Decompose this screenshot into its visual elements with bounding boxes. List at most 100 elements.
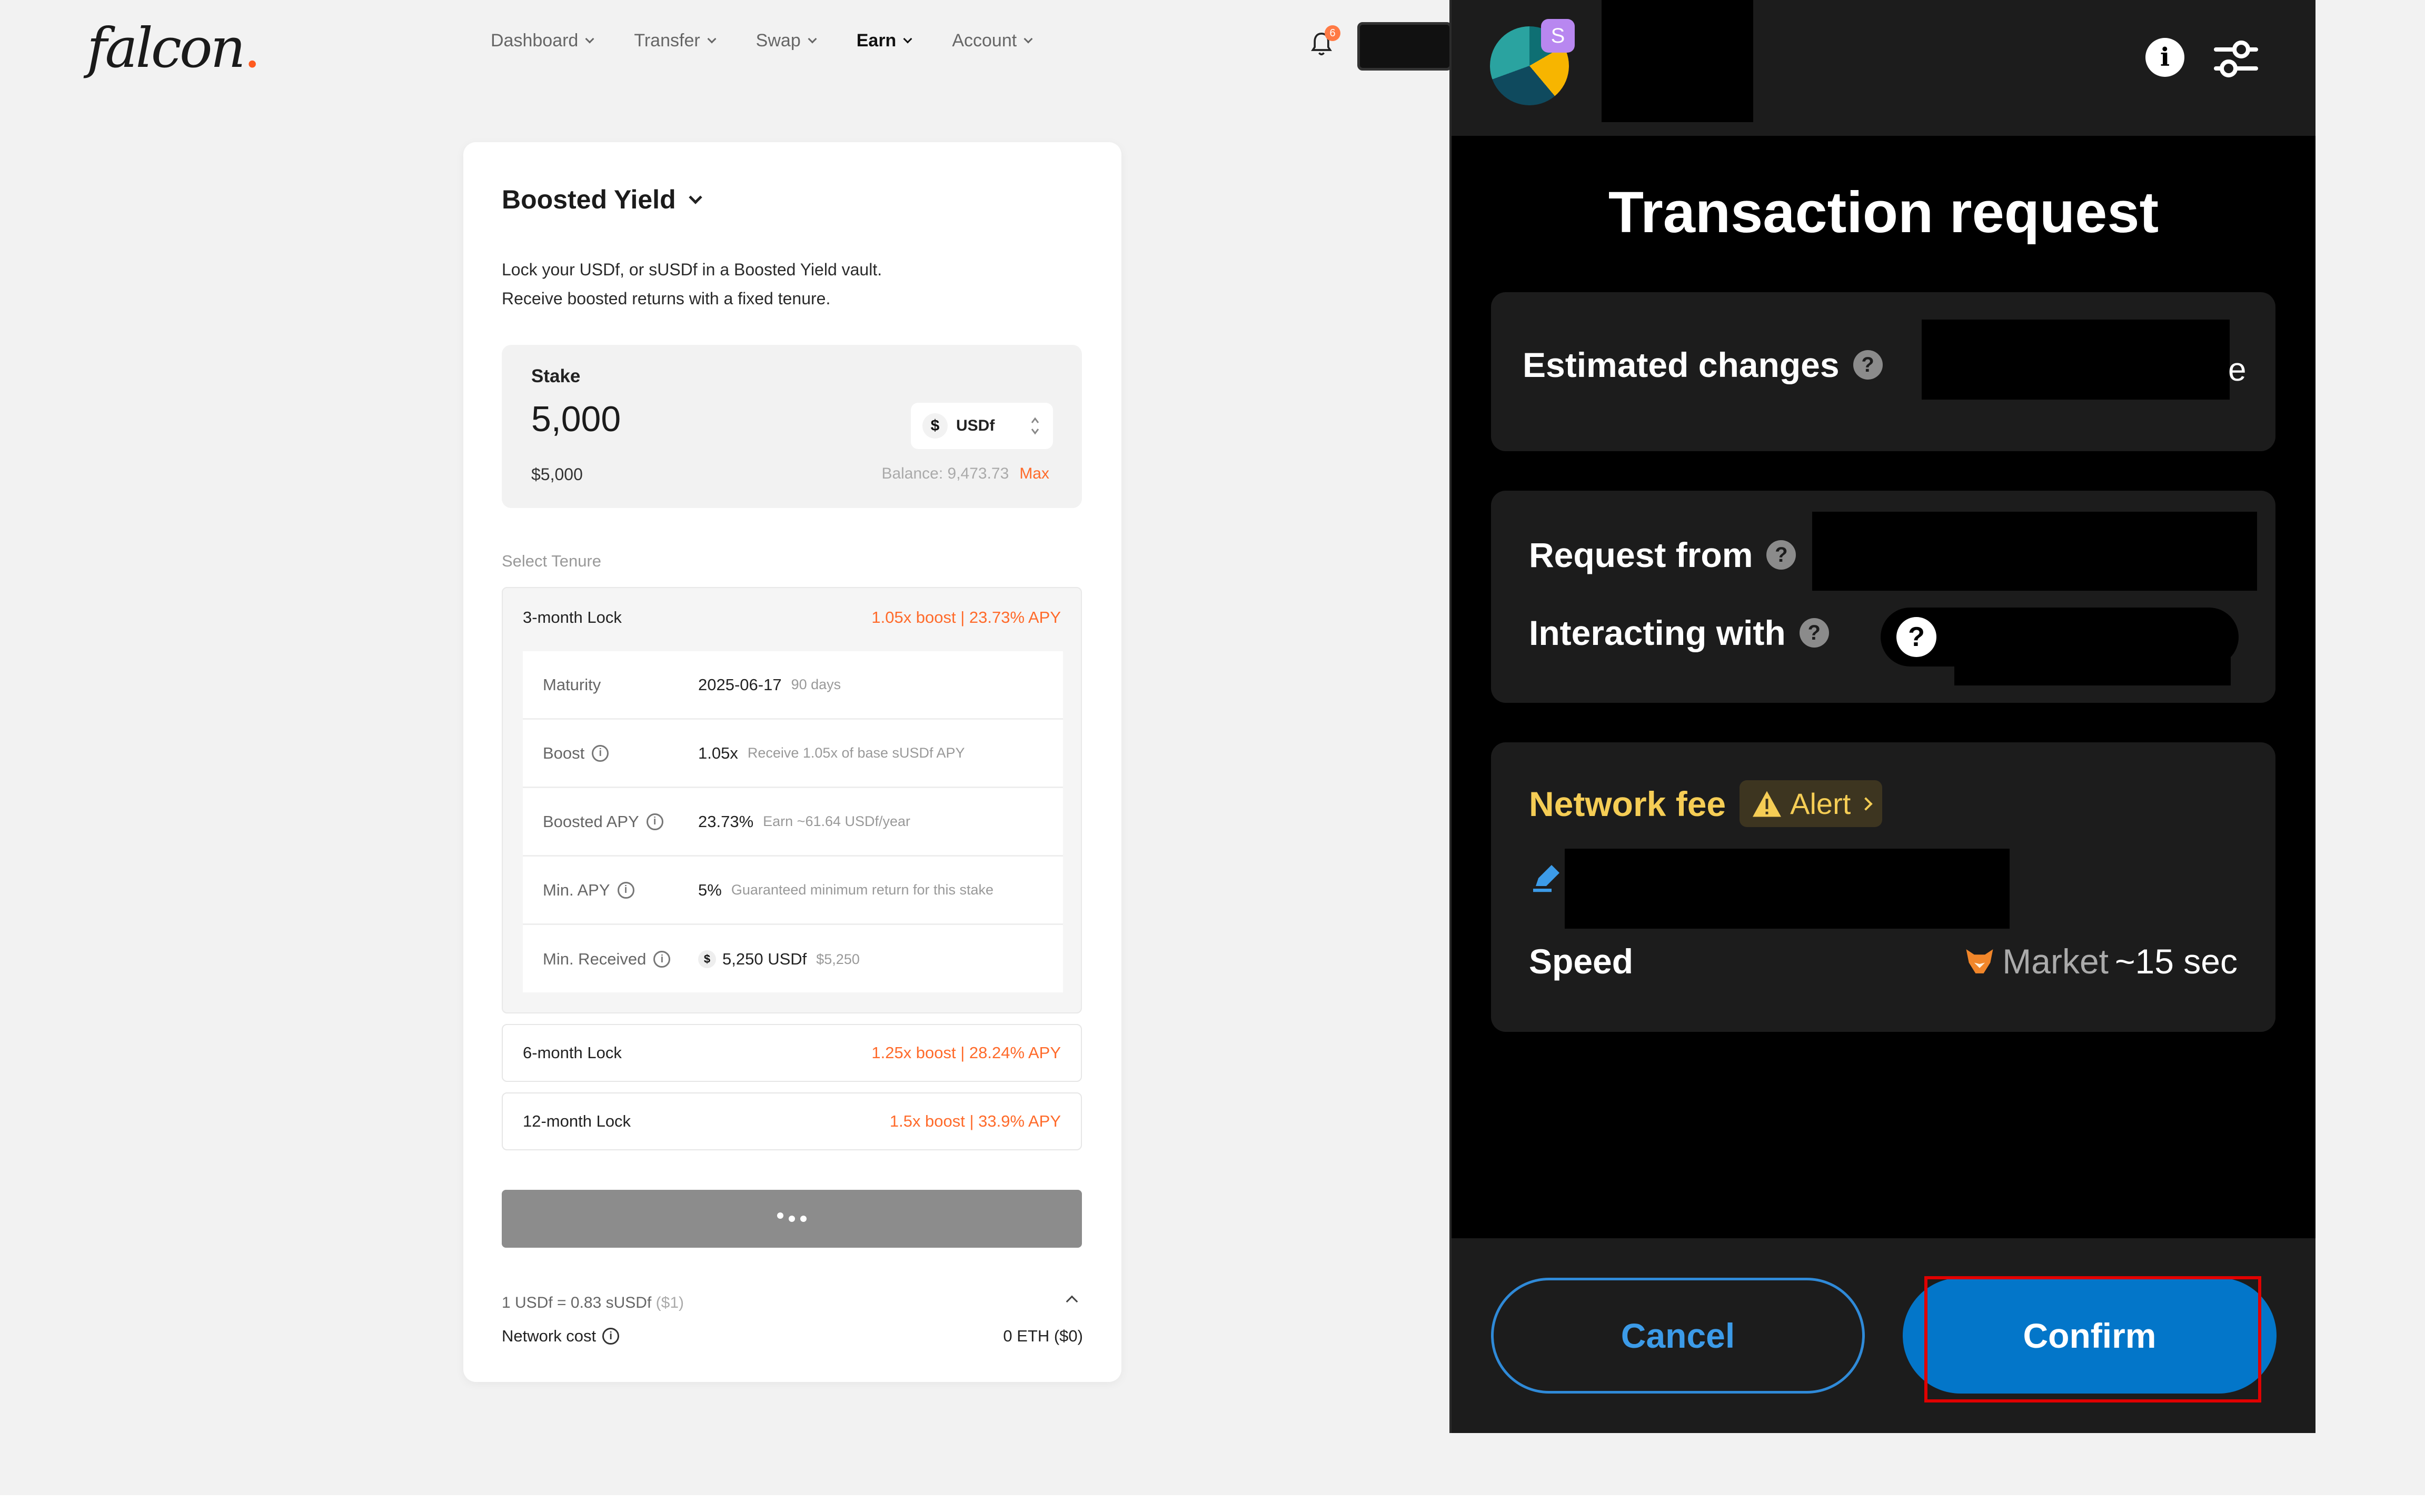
popup-footer: Cancel Confirm <box>1452 1238 2315 1433</box>
detail-value: 23.73% <box>698 812 754 831</box>
chevron-down-icon <box>688 191 702 204</box>
changes-text-fragment: e <box>2228 352 2247 388</box>
warning-icon <box>1753 790 1782 817</box>
stake-submit-button-loading[interactable] <box>502 1190 1082 1248</box>
logo-text: falcon <box>87 16 246 80</box>
chevron-up-icon[interactable] <box>1066 1295 1078 1308</box>
stake-usd-value: $5,000 <box>531 465 583 484</box>
loading-dot <box>777 1212 783 1219</box>
estimated-changes-label: Estimated changes? <box>1523 345 1883 385</box>
token-select[interactable]: $ USDf <box>911 403 1053 449</box>
rate-usd: ($1) <box>655 1294 684 1311</box>
redacted-contract <box>1954 643 2231 685</box>
label-text: Network fee <box>1529 784 1726 823</box>
stake-input-box: Stake 5,000 $5,000 $ USDf Balance: 9,473… <box>502 345 1082 508</box>
interacting-with-label: Interacting with? <box>1529 613 1829 653</box>
request-info-section: Request from? Interacting with? ? <box>1491 491 2275 703</box>
chevron-down-icon <box>707 34 717 43</box>
detail-label-text: Boosted APY <box>543 812 639 831</box>
cancel-button[interactable]: Cancel <box>1491 1278 1865 1394</box>
detail-label: Maturity <box>543 675 698 694</box>
notification-badge: 6 <box>1325 25 1340 41</box>
help-icon[interactable]: ? <box>1853 350 1883 380</box>
settings-sliders-icon[interactable] <box>2214 38 2258 80</box>
detail-label: Min. APY i <box>543 881 698 900</box>
nav-dashboard[interactable]: Dashboard <box>491 31 594 51</box>
usdf-token-icon: $ <box>922 413 948 439</box>
detail-value: 5,250 USDf <box>722 950 807 968</box>
detail-label-text: Boost <box>543 743 585 762</box>
page-bottom-strip <box>0 1495 2425 1512</box>
unknown-contract-icon: ? <box>1896 617 1936 657</box>
info-icon[interactable]: i <box>2145 38 2184 77</box>
network-badge: S <box>1541 19 1575 53</box>
info-icon[interactable]: i <box>646 813 663 830</box>
nav-account[interactable]: Account <box>952 31 1033 51</box>
info-icon[interactable]: i <box>653 951 671 968</box>
description-line: Lock your USDf, or sUSDf in a Boosted Yi… <box>502 260 882 279</box>
detail-note: Guaranteed minimum return for this stake <box>731 882 994 898</box>
chevron-down-icon <box>585 34 594 43</box>
chevron-right-icon <box>1859 797 1873 811</box>
max-button[interactable]: Max <box>1019 465 1049 483</box>
info-icon[interactable]: i <box>592 744 609 762</box>
help-icon[interactable]: ? <box>1799 618 1829 648</box>
tenure-boost: 1.25x boost | 28.24% APY <box>871 1043 1061 1062</box>
request-from-label: Request from? <box>1529 535 1796 575</box>
help-icon[interactable]: ? <box>1766 540 1796 570</box>
nav-label: Earn <box>856 31 897 51</box>
nav-transfer[interactable]: Transfer <box>634 31 717 51</box>
tenure-boost: 1.5x boost | 33.9% APY <box>889 1112 1061 1130</box>
loading-dot <box>789 1216 795 1222</box>
tenure-option-3-month[interactable]: 3-month Lock 1.05x boost | 23.73% APY Ma… <box>502 587 1082 1013</box>
fee-alert-button[interactable]: Alert <box>1740 780 1883 827</box>
tenure-name: 12-month Lock <box>523 1112 631 1130</box>
nav-label: Transfer <box>634 31 700 51</box>
info-icon[interactable]: i <box>602 1328 620 1345</box>
card-title-text: Boosted Yield <box>502 185 676 214</box>
balance-text: Balance: 9,473.73 <box>881 465 1009 482</box>
network-cost-value: 0 ETH ($0) <box>1003 1327 1083 1345</box>
detail-label: Min. Received i <box>543 950 698 969</box>
label-text: Estimated changes <box>1523 345 1840 384</box>
redacted-changes <box>1922 320 2230 400</box>
detail-row-min-received: Min. Received i $ 5,250 USDf $5,250 <box>523 925 1063 993</box>
nav-label: Dashboard <box>491 31 579 51</box>
top-nav: Dashboard Transfer Swap Earn Account <box>491 31 1033 51</box>
nav-earn[interactable]: Earn <box>856 31 912 51</box>
wallet-connect-button[interactable] <box>1357 22 1452 71</box>
tenure-option-12-month[interactable]: 12-month Lock 1.5x boost | 33.9% APY <box>502 1092 1082 1150</box>
speed-value[interactable]: Market ~15 sec <box>1963 941 2238 981</box>
redacted-origin <box>1812 512 2257 591</box>
description-line: Receive boosted returns with a fixed ten… <box>502 289 831 308</box>
stake-label: Stake <box>531 366 581 386</box>
tenure-header: 3-month Lock 1.05x boost | 23.73% APY <box>523 608 1061 627</box>
detail-label: Boost i <box>543 744 698 763</box>
sort-updown-icon <box>1031 417 1039 435</box>
falcon-logo[interactable]: falcon. <box>87 16 261 80</box>
nav-label: Swap <box>756 31 801 51</box>
label-text: Interacting with <box>1529 613 1786 652</box>
wallet-popup: S i Transaction request Estimated change… <box>1449 0 2315 1433</box>
detail-label: Boosted APY i <box>543 812 698 831</box>
exchange-rate: 1 USDf = 0.83 sUSDf ($1) <box>502 1294 684 1312</box>
detail-note: Earn ~61.64 USDf/year <box>763 813 911 829</box>
popup-title: Transaction request <box>1608 180 2159 245</box>
card-title[interactable]: Boosted Yield <box>502 184 702 215</box>
card-description: Lock your USDf, or sUSDf in a Boosted Yi… <box>502 255 1081 313</box>
nav-swap[interactable]: Swap <box>756 31 817 51</box>
tenure-boost: 1.05x boost | 23.73% APY <box>871 608 1061 626</box>
tenure-option-6-month[interactable]: 6-month Lock 1.25x boost | 28.24% APY <box>502 1024 1082 1082</box>
detail-label-text: Min. Received <box>543 950 647 968</box>
edit-pencil-icon[interactable] <box>1530 862 1562 894</box>
info-icon[interactable]: i <box>617 881 634 899</box>
chevron-down-icon <box>903 34 912 43</box>
speed-label: Speed <box>1529 942 1634 981</box>
stake-amount-input[interactable]: 5,000 <box>531 399 621 440</box>
logo-dot: . <box>243 16 261 80</box>
confirm-button[interactable]: Confirm <box>1903 1278 2277 1394</box>
detail-label-text: Maturity <box>543 675 601 694</box>
boosted-yield-card: Boosted Yield Lock your USDf, or sUSDf i… <box>463 142 1121 1382</box>
usdf-token-icon: $ <box>698 950 716 968</box>
detail-row-boosted-apy: Boosted APY i 23.73% Earn ~61.64 USDf/yea… <box>523 788 1063 857</box>
